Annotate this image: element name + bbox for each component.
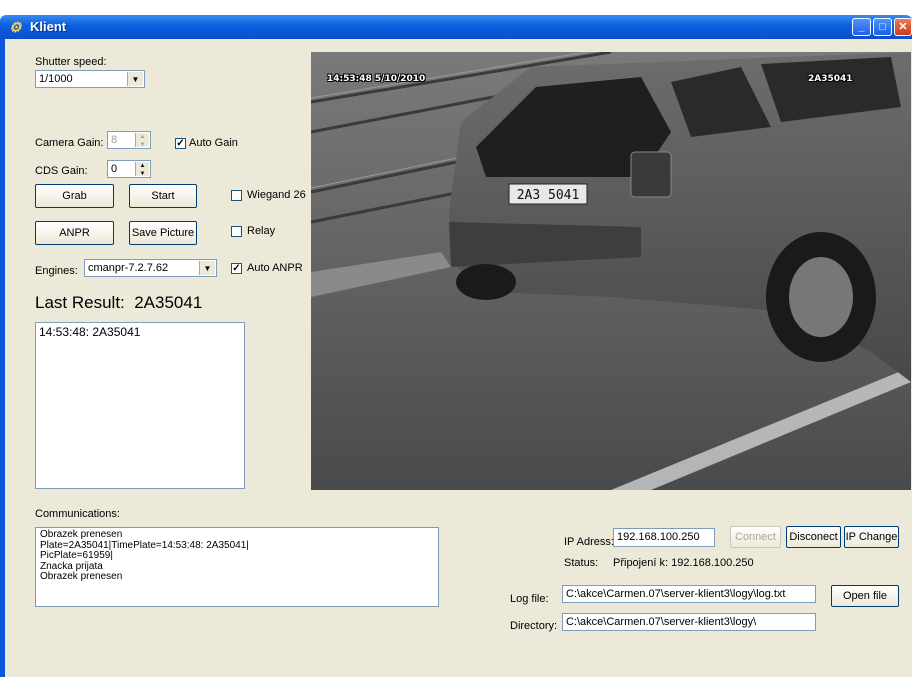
chevron-down-icon[interactable]: ▼ bbox=[127, 72, 143, 86]
maximize-button[interactable]: □ bbox=[873, 18, 892, 36]
window-title: Klient bbox=[30, 19, 67, 34]
status-label: Status: bbox=[564, 557, 599, 569]
cds-gain-value: 0 bbox=[111, 163, 118, 175]
auto-gain-checkbox[interactable]: ✓ bbox=[175, 138, 186, 149]
save-picture-button[interactable]: Save Picture bbox=[129, 221, 197, 245]
car-image: 2A3 5041 bbox=[311, 52, 911, 490]
communications-log[interactable]: Obrazek prenesen Plate=2A35041|TimePlate… bbox=[35, 527, 439, 607]
engines-select[interactable]: cmanpr-7.2.7.62 ▼ bbox=[84, 259, 217, 277]
log-line: PicPlate=61959| bbox=[40, 550, 113, 561]
shutter-speed-label: Shutter speed: bbox=[35, 56, 107, 68]
last-result-value: 2A35041 bbox=[134, 293, 203, 312]
last-result-label: Last Result: bbox=[35, 293, 125, 312]
anpr-button[interactable]: ANPR bbox=[35, 221, 114, 245]
engines-value: cmanpr-7.2.7.62 bbox=[88, 262, 169, 274]
camera-timestamp: 14:53:48 5/10/2010 bbox=[327, 74, 426, 84]
shutter-speed-select[interactable]: 1/1000 ▼ bbox=[35, 70, 145, 88]
chevron-down-icon[interactable]: ▼ bbox=[199, 261, 215, 275]
camera-view: 2A3 5041 14:53:48 5/10/2010 2A35041 bbox=[311, 52, 911, 490]
auto-gain-label: Auto Gain bbox=[189, 137, 238, 149]
relay-checkbox[interactable] bbox=[231, 226, 242, 237]
start-button[interactable]: Start bbox=[129, 184, 197, 208]
auto-anpr-label: Auto ANPR bbox=[247, 262, 303, 274]
status-value: Připojení k: 192.168.100.250 bbox=[613, 557, 754, 569]
disconnect-button[interactable]: Disconect bbox=[786, 526, 841, 548]
directory-input[interactable]: C:\akce\Carmen.07\server-klient3\logy\ bbox=[562, 613, 816, 631]
cds-gain-spinner[interactable]: 0 ▲ ▼ bbox=[107, 160, 151, 178]
result-listbox[interactable]: 14:53:48: 2A35041 bbox=[35, 322, 245, 489]
app-icon: ⚙ bbox=[9, 19, 22, 35]
minimize-button[interactable]: _ bbox=[852, 18, 871, 36]
wiegand-checkbox[interactable] bbox=[231, 190, 242, 201]
camera-plate-overlay: 2A35041 bbox=[808, 74, 853, 84]
connect-button[interactable]: Connect bbox=[730, 526, 781, 548]
spin-arrows-icon[interactable]: ▲ ▼ bbox=[135, 133, 149, 148]
relay-label: Relay bbox=[247, 225, 276, 237]
wiegand-label: Wiegand 26 bbox=[247, 189, 306, 201]
log-file-input[interactable]: C:\akce\Carmen.07\server-klient3\logy\lo… bbox=[562, 585, 816, 603]
camera-gain-spinner[interactable]: 8 ▲ ▼ bbox=[107, 131, 151, 149]
ip-change-button[interactable]: IP Change bbox=[844, 526, 899, 548]
camera-gain-label: Camera Gain: bbox=[35, 137, 104, 149]
log-line: Obrazek prenesen bbox=[40, 571, 123, 582]
camera-gain-value: 8 bbox=[111, 134, 118, 146]
cds-gain-label: CDS Gain: bbox=[35, 165, 88, 177]
list-item[interactable]: 14:53:48: 2A35041 bbox=[39, 325, 241, 339]
auto-anpr-checkbox[interactable]: ✓ bbox=[231, 263, 242, 274]
spin-arrows-icon[interactable]: ▲ ▼ bbox=[135, 162, 149, 177]
grab-button[interactable]: Grab bbox=[35, 184, 114, 208]
log-file-label: Log file: bbox=[510, 593, 549, 605]
close-button[interactable]: ✕ bbox=[894, 18, 912, 36]
communications-label: Communications: bbox=[35, 508, 120, 520]
last-result: Last Result: 2A35041 bbox=[35, 293, 202, 313]
shutter-speed-value: 1/1000 bbox=[39, 73, 73, 85]
open-file-button[interactable]: Open file bbox=[831, 585, 899, 607]
log-line: Obrazek prenesen bbox=[40, 529, 123, 540]
directory-label: Directory: bbox=[510, 620, 558, 632]
engines-label: Engines: bbox=[35, 265, 78, 277]
car-plate-text: 2A3 5041 bbox=[517, 188, 580, 203]
ip-address-label: IP Adress: bbox=[564, 536, 614, 548]
ip-address-input[interactable]: 192.168.100.250 bbox=[613, 528, 715, 547]
title-bar[interactable]: ⚙ Klient _ □ ✕ bbox=[0, 15, 912, 39]
